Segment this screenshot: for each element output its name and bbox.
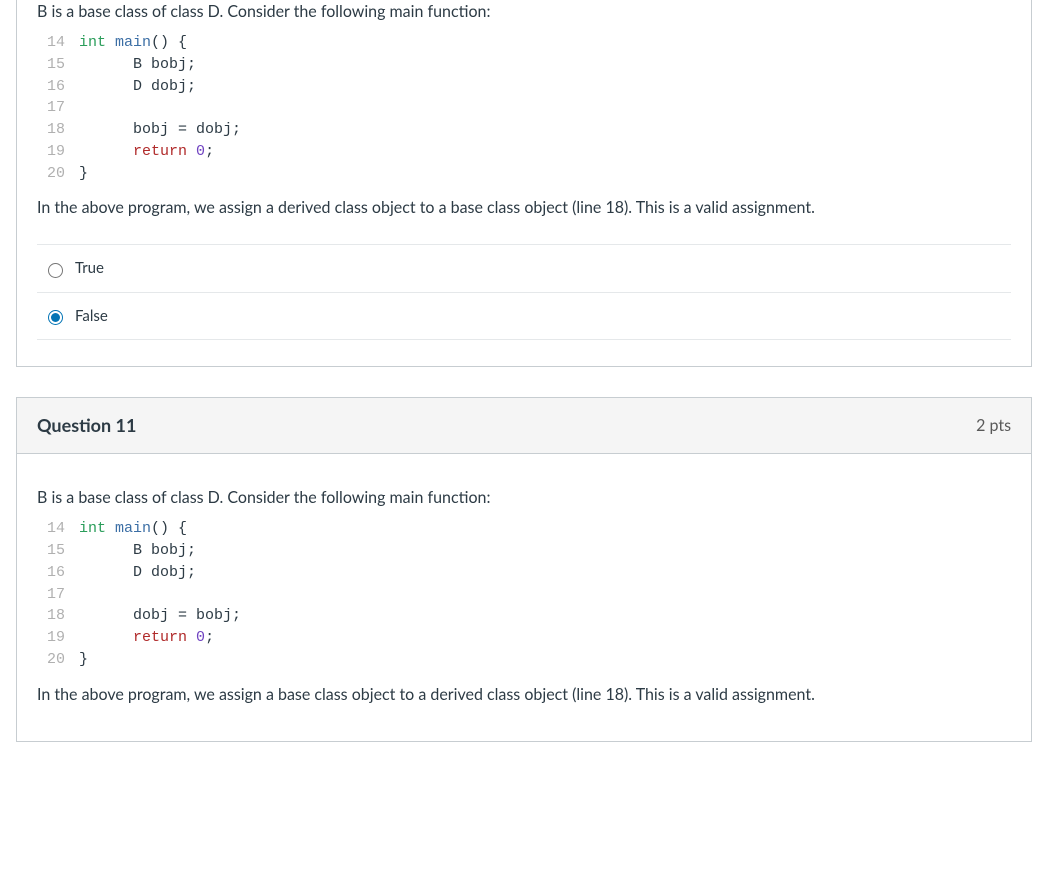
radio-true[interactable] [48,263,63,278]
question-followup: In the above program, we assign a derive… [37,196,1011,220]
line-number: 16 [37,76,65,98]
code-line: 20} [37,163,1011,185]
question-body: B is a base class of class D. Consider t… [17,454,1031,740]
question-card-11: Question 11 2 pts B is a base class of c… [16,397,1032,741]
line-number: 15 [37,540,65,562]
code-content: B bobj; [79,540,196,562]
code-line: 18 bobj = dobj; [37,119,1011,141]
answer-label: False [75,305,108,328]
answer-options: True False [37,244,1011,340]
line-number: 20 [37,649,65,671]
answer-option-true[interactable]: True [37,245,1011,293]
line-number: 19 [37,141,65,163]
question-title: Question 11 [37,412,136,439]
answer-option-false[interactable]: False [37,293,1011,341]
code-content: D dobj; [79,562,196,584]
question-points: 2 pts [976,414,1011,438]
line-number: 18 [37,605,65,627]
question-intro: B is a base class of class D. Consider t… [37,0,1011,24]
code-line: 15 B bobj; [37,54,1011,76]
code-line: 19 return 0; [37,141,1011,163]
code-line: 16 D dobj; [37,562,1011,584]
line-number: 14 [37,518,65,540]
code-line: 15 B bobj; [37,540,1011,562]
answer-label: True [75,257,104,280]
code-line: 16 D dobj; [37,76,1011,98]
code-line: 18 dobj = bobj; [37,605,1011,627]
code-block: 14int main() {15 B bobj;16 D dobj;1718 d… [37,518,1011,670]
question-body: B is a base class of class D. Consider t… [17,0,1031,366]
code-content: D dobj; [79,76,196,98]
code-content: B bobj; [79,54,196,76]
code-content: return 0; [79,141,214,163]
code-line: 14 int main() { [37,518,1011,540]
code-content: } [79,649,88,671]
question-intro: B is a base class of class D. Consider t… [37,486,1011,510]
code-content: } [79,163,88,185]
code-line: 20} [37,649,1011,671]
line-number: 17 [37,584,65,606]
code-line: 17 [37,97,1011,119]
code-content: dobj = bobj; [79,605,241,627]
line-number: 17 [37,97,65,119]
line-number: 18 [37,119,65,141]
question-card-10: B is a base class of class D. Consider t… [16,0,1032,367]
line-number: 15 [37,54,65,76]
line-number: 20 [37,163,65,185]
question-followup: In the above program, we assign a base c… [37,683,1011,707]
line-number: 19 [37,627,65,649]
code-line: 17 [37,584,1011,606]
code-content: int main() { [79,518,187,540]
radio-false[interactable] [48,310,63,325]
code-content: int main() { [79,32,187,54]
line-number: 14 [37,32,65,54]
code-block: 14int main() {15 B bobj;16 D dobj;1718 b… [37,32,1011,184]
code-line: 19 return 0; [37,627,1011,649]
code-line: 14 int main() { [37,32,1011,54]
question-header: Question 11 2 pts [17,398,1031,454]
code-content: bobj = dobj; [79,119,241,141]
code-content: return 0; [79,627,214,649]
line-number: 16 [37,562,65,584]
